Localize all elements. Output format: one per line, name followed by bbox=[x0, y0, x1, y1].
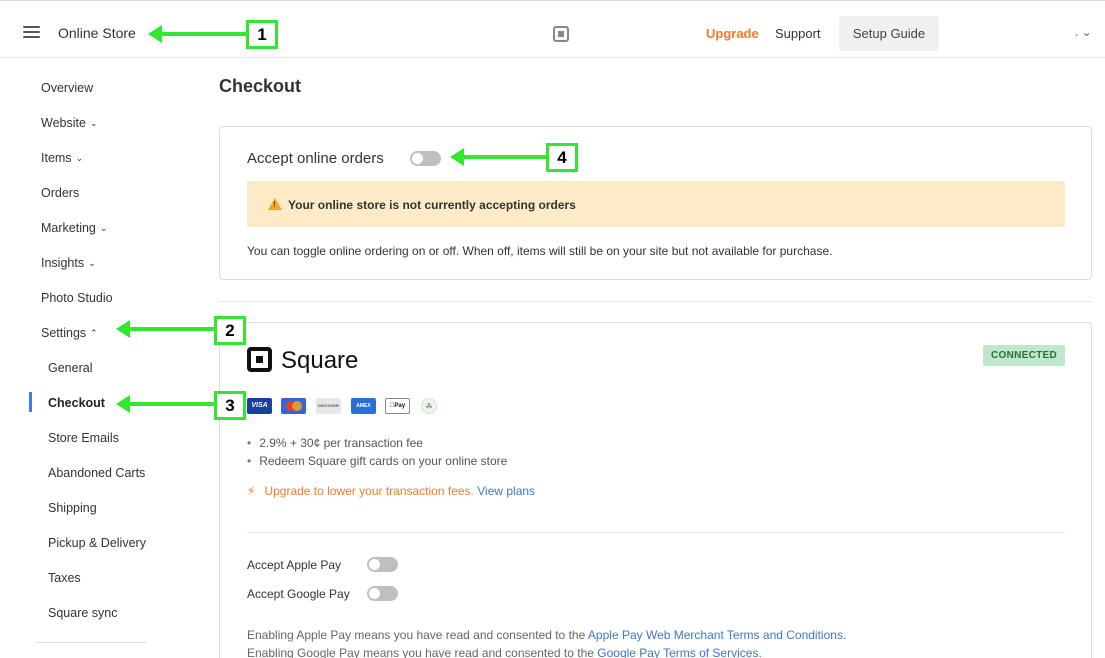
sidebar-item-insights[interactable]: Insights ⌄ bbox=[41, 256, 96, 270]
annotation-box-1: 1 bbox=[246, 20, 278, 49]
gift-card-icon: ☘ bbox=[421, 398, 437, 414]
annotation-arrow-4 bbox=[450, 148, 546, 166]
accept-apple-pay-label: Accept Apple Pay bbox=[247, 558, 342, 572]
support-link[interactable]: Support bbox=[775, 26, 821, 41]
sidebar-subitem-general[interactable]: General bbox=[48, 361, 92, 375]
fee-bullet: 2.9% + 30¢ per transaction fee bbox=[247, 436, 423, 450]
visa-card-icon: VISA bbox=[247, 398, 272, 414]
sidebar-item-orders[interactable]: Orders bbox=[41, 186, 79, 200]
setup-guide-button[interactable]: Setup Guide bbox=[839, 16, 939, 51]
lightning-icon: ⚡ bbox=[247, 484, 256, 498]
sidebar-subitem-store-emails[interactable]: Store Emails bbox=[48, 431, 119, 445]
annotation-box-4: 4 bbox=[546, 143, 578, 172]
annotation-box-3: 3 bbox=[214, 391, 246, 420]
sidebar-item-items[interactable]: Items ⌄ bbox=[41, 151, 83, 165]
annotation-arrow-2 bbox=[116, 320, 214, 338]
status-badge: CONNECTED bbox=[983, 345, 1065, 366]
chevron-down-icon: ⌄ bbox=[89, 118, 98, 128]
apple-pay-card-icon: Pay bbox=[385, 398, 410, 414]
gift-card-bullet: Redeem Square gift cards on your online … bbox=[247, 454, 507, 468]
warning-icon bbox=[268, 198, 282, 210]
sidebar-subitem-pickup-delivery[interactable]: Pickup & Delivery bbox=[48, 536, 146, 550]
sidebar-subitem-shipping[interactable]: Shipping bbox=[48, 501, 97, 515]
upgrade-link[interactable]: Upgrade bbox=[706, 26, 759, 41]
store-title[interactable]: Online Store bbox=[58, 25, 136, 41]
upgrade-note-text: Upgrade to lower your transaction fees. bbox=[264, 484, 474, 498]
chevron-down-icon: ⌄ bbox=[88, 258, 96, 268]
sidebar-item-photo-studio[interactable]: Photo Studio bbox=[41, 291, 113, 305]
sidebar-subitem-checkout[interactable]: Checkout bbox=[48, 396, 105, 410]
payments-divider bbox=[247, 532, 1065, 533]
apple-pay-terms-link[interactable]: Apple Pay Web Merchant Terms and Conditi… bbox=[588, 628, 843, 642]
google-pay-terms-link[interactable]: Google Pay Terms of Services bbox=[597, 646, 758, 658]
section-divider bbox=[219, 301, 1092, 302]
warning-banner: Your online store is not currently accep… bbox=[247, 181, 1065, 227]
warning-text: Your online store is not currently accep… bbox=[288, 198, 576, 212]
apple-pay-terms-text: Enabling Apple Pay means you have read a… bbox=[247, 628, 586, 642]
mastercard-card-icon bbox=[281, 398, 306, 414]
sidebar-item-marketing[interactable]: Marketing ⌄ bbox=[41, 221, 107, 235]
top-bar: Online Store Upgrade Support Setup Guide… bbox=[0, 0, 1105, 58]
hamburger-menu-icon[interactable] bbox=[23, 26, 40, 39]
accept-google-pay-toggle[interactable] bbox=[367, 586, 398, 601]
sidebar-divider bbox=[36, 642, 146, 643]
annotation-box-2: 2 bbox=[214, 316, 246, 345]
sidebar-item-settings[interactable]: Settings ⌃ bbox=[41, 326, 98, 340]
square-brand-name: Square bbox=[281, 347, 359, 374]
annotation-arrow-1 bbox=[148, 25, 246, 43]
square-logo-icon[interactable] bbox=[553, 26, 569, 42]
sidebar-item-website[interactable]: Website ⌄ bbox=[41, 116, 97, 130]
upgrade-note: ⚡ Upgrade to lower your transaction fees.… bbox=[247, 484, 535, 498]
sidebar-item-overview[interactable]: Overview bbox=[41, 81, 93, 95]
google-pay-terms-text: Enabling Google Pay means you have read … bbox=[247, 646, 594, 658]
accept-online-orders-toggle[interactable] bbox=[410, 151, 441, 166]
chevron-down-icon: ⌄ bbox=[75, 153, 84, 163]
apple-pay-terms: Enabling Apple Pay means you have read a… bbox=[247, 628, 847, 642]
chevron-up-icon: ⌃ bbox=[90, 328, 98, 338]
sidebar-subitem-abandoned-carts[interactable]: Abandoned Carts bbox=[48, 466, 145, 480]
accept-online-orders-label: Accept online orders bbox=[247, 150, 384, 167]
active-indicator bbox=[29, 392, 32, 412]
sidebar-subitem-square-sync[interactable]: Square sync bbox=[48, 606, 117, 620]
account-menu-dropdown[interactable]: . ⌄ bbox=[1075, 25, 1092, 39]
view-plans-link[interactable]: View plans bbox=[477, 484, 535, 498]
annotation-arrow-3 bbox=[116, 395, 214, 413]
accept-google-pay-label: Accept Google Pay bbox=[247, 587, 350, 601]
page-title: Checkout bbox=[219, 76, 302, 96]
sidebar-subitem-taxes[interactable]: Taxes bbox=[48, 571, 81, 585]
chevron-down-icon: ⌄ bbox=[99, 223, 108, 233]
amex-card-icon: AMEX bbox=[351, 398, 376, 414]
online-orders-help-text: You can toggle online ordering on or off… bbox=[247, 244, 833, 258]
square-brand-icon bbox=[247, 347, 272, 372]
google-pay-terms: Enabling Google Pay means you have read … bbox=[247, 646, 762, 658]
accept-apple-pay-toggle[interactable] bbox=[367, 557, 398, 572]
discover-card-icon: DISCOVER bbox=[316, 398, 341, 414]
